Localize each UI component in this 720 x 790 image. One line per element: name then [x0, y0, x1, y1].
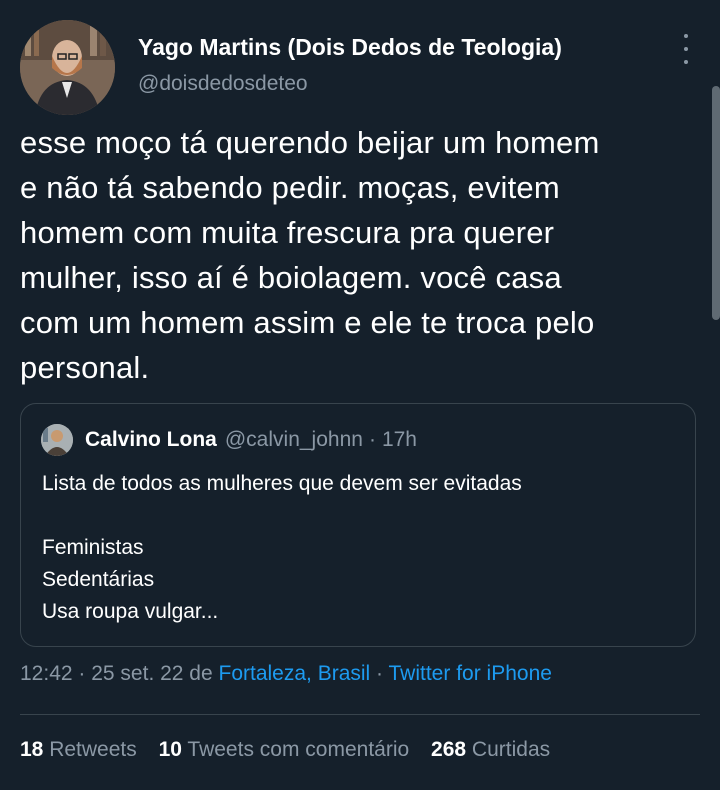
- tweet-text: esse moço tá querendo beijar um homem e …: [20, 125, 600, 385]
- likes-stat[interactable]: 268 Curtidas: [431, 738, 550, 761]
- meta-de: de: [183, 662, 219, 685]
- quote-tweets-stat[interactable]: 10 Tweets com comentário: [159, 738, 410, 761]
- quoted-author-avatar: [41, 424, 73, 456]
- scrollbar[interactable]: [712, 86, 720, 320]
- tweet-stats: 18 Retweets 10 Tweets com comentário 268…: [20, 738, 566, 762]
- quoted-tweet-header: Calvino Lona @calvin_johnn · 17h: [41, 424, 417, 456]
- author-avatar[interactable]: [20, 20, 115, 115]
- quotes-count: 10: [158, 738, 182, 761]
- location-link[interactable]: Fortaleza, Brasil: [219, 662, 371, 685]
- author-handle[interactable]: @doisdedosdeteo: [138, 72, 308, 96]
- quoted-tweet[interactable]: Calvino Lona @calvin_johnn · 17h Lista d…: [20, 403, 696, 647]
- likes-label: Curtidas: [471, 738, 551, 761]
- likes-count: 268: [431, 738, 467, 761]
- quoted-tweet-time: 17h: [381, 428, 417, 451]
- retweets-count: 18: [20, 738, 44, 761]
- meta-separator: ·: [370, 662, 389, 685]
- author-name[interactable]: Yago Martins (Dois Dedos de Teologia): [138, 34, 562, 61]
- tweet-date[interactable]: 25 set. 22: [91, 662, 183, 685]
- tweet-time: 12:42: [20, 662, 73, 685]
- quoted-author-name: Calvino Lona: [85, 428, 217, 451]
- tweet-header: Yago Martins (Dois Dedos de Teologia) @d…: [20, 20, 700, 115]
- meta-separator: ·: [72, 662, 92, 685]
- quotes-label: Tweets com comentário: [187, 738, 410, 761]
- separator-dot: ·: [368, 428, 376, 451]
- more-vertical-icon[interactable]: [680, 34, 692, 64]
- quoted-tweet-text: Lista de todos as mulheres que devem ser…: [42, 472, 522, 623]
- quoted-author-handle: @calvin_johnn: [224, 428, 363, 451]
- retweets-label: Retweets: [49, 738, 137, 761]
- source-link[interactable]: Twitter for iPhone: [389, 662, 552, 685]
- retweets-stat[interactable]: 18 Retweets: [20, 738, 137, 761]
- divider: [20, 714, 700, 715]
- tweet-meta: 12:42 · 25 set. 22 de Fortaleza, Brasil …: [20, 662, 552, 686]
